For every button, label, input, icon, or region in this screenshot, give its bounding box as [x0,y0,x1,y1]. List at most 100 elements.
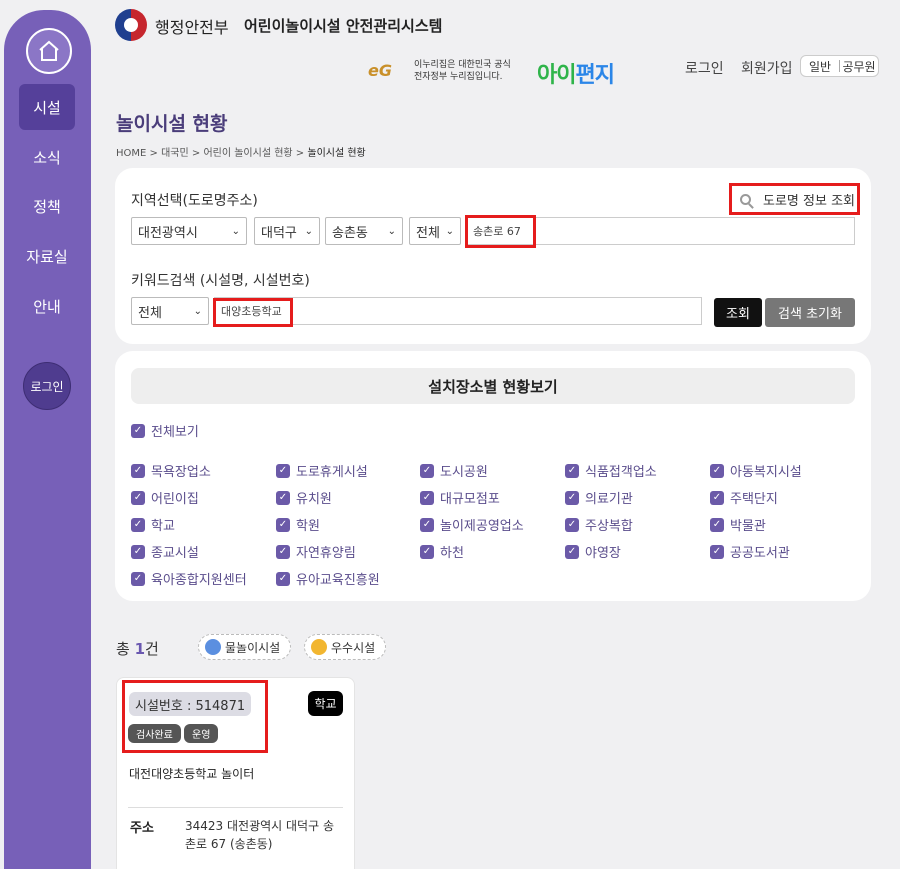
sidebar-item-facility[interactable]: 시설 [19,84,75,130]
category-checkbox-label: 학교 [151,519,175,534]
page-title: 놀이시설 현황 [116,113,228,135]
scope-select[interactable]: 전체 ⌄ [409,217,461,245]
category-checkbox[interactable]: ✓ 학원 [276,515,320,534]
category-checkbox-label: 식품접객업소 [585,465,657,480]
check-icon: ✓ [420,544,434,559]
category-checkbox-label: 육아종합지원센터 [151,573,247,588]
category-checkbox-label: 대규모점포 [440,492,500,507]
water-facility-chip-label: 물놀이시설 [225,640,281,655]
category-checkbox[interactable]: ✓ 하천 [420,542,464,561]
category-checkbox-label: 도시공원 [440,465,488,480]
category-checkbox-label: 목욕장업소 [151,465,211,480]
role-general-button[interactable]: 일반 [801,58,839,75]
district-select-value: 대덕구 [261,225,297,241]
check-icon: ✓ [276,517,290,532]
category-checkbox[interactable]: ✓ 어린이집 [131,488,199,507]
role-official-button[interactable]: 공무원 [840,58,878,75]
result-total-prefix: 총 [116,640,130,658]
chevron-down-icon: ⌄ [231,225,240,237]
category-checkbox[interactable]: ✓ 아동복지시설 [710,461,802,480]
category-checkbox[interactable]: ✓ 식품접객업소 [565,461,657,480]
breadcrumb-current: 놀이시설 현황 [307,148,366,159]
category-checkbox-label: 학원 [296,519,320,534]
keyword-type-value: 전체 [138,305,162,321]
category-checkbox[interactable]: ✓ 의료기관 [565,488,633,507]
category-checkbox[interactable]: ✓ 유치원 [276,488,332,507]
category-checkbox-label: 박물관 [730,519,766,534]
login-link[interactable]: 로그인 [685,58,724,78]
category-checkbox[interactable]: ✓ 육아종합지원센터 [131,569,247,588]
result-total: 총 1건 [116,638,159,659]
check-icon: ✓ [565,490,579,505]
ministry-name: 행정안전부 [155,18,229,37]
category-checkbox[interactable]: ✓ 야영장 [565,542,621,561]
check-icon: ✓ [710,463,724,478]
breadcrumb-public[interactable]: 대국민 [161,148,189,159]
city-select[interactable]: 대전광역시 ⌄ [131,217,247,245]
egov-notice: 이누리집은 대한민국 공식 전자정부 누리집입니다. [414,59,511,83]
category-checkbox[interactable]: ✓ 주택단지 [710,488,778,507]
sidebar-login-button[interactable]: 로그인 [23,362,71,410]
facility-name[interactable]: 대전대양초등학교 놀이터 [129,765,254,782]
system-name[interactable]: 어린이놀이시설 안전관리시스템 [244,15,442,36]
brand-b: 편지 [575,63,614,88]
category-checkbox[interactable]: ✓ 박물관 [710,515,766,534]
brand-a: 아이 [537,63,576,88]
category-checkbox[interactable]: ✓ 유아교육진흥원 [276,569,380,588]
excellent-facility-chip-label: 우수시설 [331,640,376,655]
government-logo[interactable] [115,9,147,41]
category-checkbox-label: 자연휴양림 [296,546,356,561]
dong-select-value: 송촌동 [332,225,368,241]
keyword-type-select[interactable]: 전체 ⌄ [131,297,209,325]
category-checkbox-label: 공공도서관 [730,546,790,561]
category-checkbox[interactable]: ✓ 목욕장업소 [131,461,211,480]
category-checkbox[interactable]: ✓ 공공도서관 [710,542,790,561]
check-icon: ✓ [420,517,434,532]
check-icon: ✓ [710,544,724,559]
home-button[interactable] [26,28,72,74]
search-icon [740,193,751,205]
category-checkbox[interactable]: ✓ 도시공원 [420,461,488,480]
water-facility-chip[interactable]: 물놀이시설 [198,634,292,660]
checkbox-all-label: 전체보기 [151,425,199,440]
ai-letter-logo[interactable]: 아이편지 [537,57,615,89]
sidebar-item-news[interactable]: 소식 [19,134,75,180]
breadcrumb-home[interactable]: HOME [116,148,146,159]
breadcrumb-status[interactable]: 어린이 놀이시설 현황 [203,148,292,159]
sidebar-item-archive[interactable]: 자료실 [19,233,75,279]
chevron-down-icon: ⌄ [445,225,454,237]
result-total-count: 1 [134,640,146,658]
search-button[interactable]: 조회 [714,298,762,327]
checkbox-all[interactable]: ✓ 전체보기 [131,421,199,440]
signup-link[interactable]: 회원가입 [741,58,793,78]
check-icon: ✓ [131,463,145,478]
sidebar-item-policy[interactable]: 정책 [19,183,75,229]
category-checkbox-label: 어린이집 [151,492,199,507]
check-icon: ✓ [565,463,579,478]
category-checkbox[interactable]: ✓ 학교 [131,515,175,534]
region-label: 지역선택(도로명주소) [131,193,258,209]
road-lookup-button[interactable]: 도로명 정보 조회 [729,183,860,215]
category-checkbox[interactable]: ✓ 놀이제공영업소 [420,515,524,534]
check-icon: ✓ [276,490,290,505]
excellent-facility-chip[interactable]: 우수시설 [304,634,387,660]
category-checkbox-label: 아동복지시설 [730,465,802,480]
category-checkbox[interactable]: ✓ 주상복합 [565,515,633,534]
keyword-label: 키워드검색 (시설명, 시설번호) [131,273,310,289]
category-checkbox[interactable]: ✓ 종교시설 [131,542,199,561]
reset-search-button[interactable]: 검색 초기화 [765,298,855,327]
check-icon: ✓ [710,490,724,505]
award-icon [311,639,327,655]
address-value: 34423 대전광역시 대덕구 송촌로 67 (송촌동) [185,819,334,851]
category-checkbox[interactable]: ✓ 도로휴게시설 [276,461,368,480]
category-checkbox-label: 종교시설 [151,546,199,561]
chevron-down-icon: ⌄ [193,305,202,317]
category-checkbox[interactable]: ✓ 대규모점포 [420,488,500,507]
role-toggle: 일반 공무원 [800,55,879,77]
district-select[interactable]: 대덕구 ⌄ [254,217,320,245]
dong-select[interactable]: 송촌동 ⌄ [325,217,403,245]
sidebar-item-guide[interactable]: 안내 [19,283,75,329]
category-checkbox[interactable]: ✓ 자연휴양림 [276,542,356,561]
category-checkbox-label: 유아교육진흥원 [296,573,380,588]
road-address-highlight [465,215,536,248]
